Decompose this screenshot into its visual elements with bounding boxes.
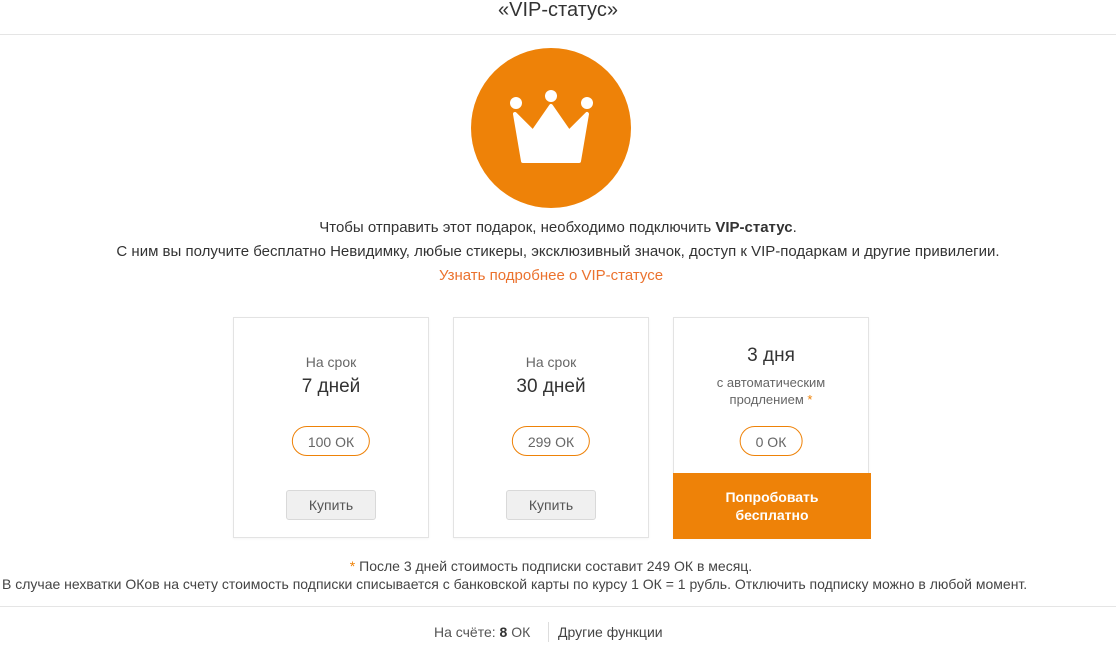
learn-more-link[interactable]: Узнать подробнее о VIP-статусе [0,267,1102,284]
plan-label: На срок [305,354,357,370]
footnote-star: * [807,392,813,407]
page-header: «VIP-статус» [0,0,1116,35]
info-line-1-text: Чтобы отправить этот подарок, необходимо… [319,219,716,236]
footnote-text: После 3 дней стоимость подписки составит… [355,558,753,574]
balance-unit: ОК [507,624,531,640]
plan-card-30-days: На срок 30 дней 299 ОК Купить [453,317,649,538]
try-free-button[interactable]: Попробовать бесплатно [673,473,871,539]
other-functions-link[interactable]: Другие функции [558,624,663,640]
plan-term: 7 дней [301,376,361,397]
plan-term: 30 дней [516,376,586,397]
info-line-1-suffix: . [792,219,797,236]
crown-icon [510,90,593,163]
plan-card-trial: 3 дня с автоматическим продлением * 0 ОК… [673,317,871,539]
info-line-1-bold: VIP-статус [715,219,793,236]
buy-button-30-days[interactable]: Купить [506,490,596,520]
page-title: «VIP-статус» [498,0,618,21]
plan-price: 0 ОК [739,426,803,456]
plan-term: 3 дня [747,345,795,366]
account-balance: На счёте: 8 ОК [434,624,530,640]
info-line-2: С ним вы получите бесплатно Невидимку, л… [116,243,1000,260]
info-line-1: Чтобы отправить этот подарок, необходимо… [0,219,1116,236]
plan-price: 100 ОК [291,426,371,456]
footer-divider [548,622,549,642]
buy-button-7-days[interactable]: Купить [286,490,376,520]
plan-card-7-days: На срок 7 дней 100 ОК Купить [233,317,429,538]
auto-renew-line-1: с автоматическим [716,375,826,390]
auto-renew-text: с автоматическим продлением * [674,374,868,408]
billing-disclaimer: В случае нехватки ОКов на счету стоимост… [2,576,1028,592]
footer: На счёте: 8 ОК Другие функции [0,606,1116,655]
plan-price: 299 ОК [511,426,591,456]
footnote: * После 3 дней стоимость подписки состав… [0,558,1102,574]
auto-renew-line-2: продлением [729,392,804,407]
balance-label: На счёте: [434,624,500,640]
vip-badge [471,48,631,208]
plan-label: На срок [525,354,577,370]
